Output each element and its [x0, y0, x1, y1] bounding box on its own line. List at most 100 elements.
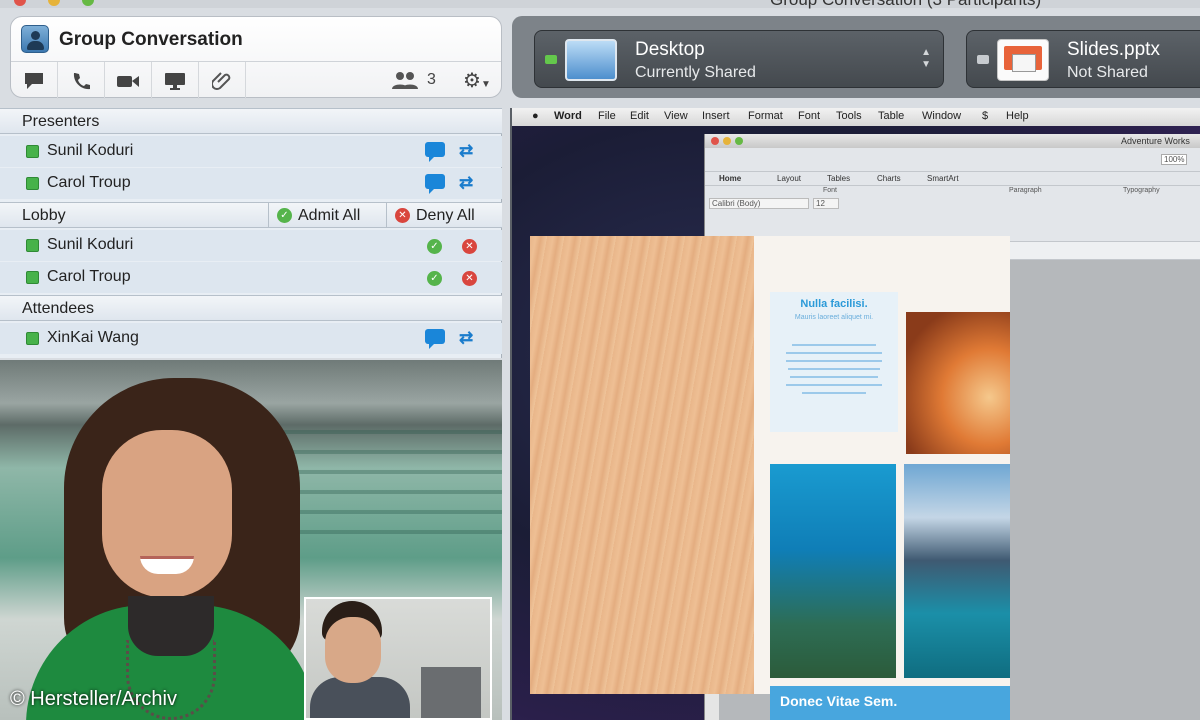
section-label: Attendees — [22, 300, 95, 317]
deny-all-label: Deny All — [416, 206, 475, 224]
tab-tables[interactable]: Tables — [827, 174, 850, 183]
canyon-photo — [906, 312, 1010, 454]
minimize-icon[interactable] — [723, 137, 731, 145]
swap-role-icon[interactable]: ⇄ — [459, 328, 473, 348]
deny-icon[interactable]: ✕ — [462, 239, 477, 254]
lobby-header: Lobby ✓ Admit All ✕ Deny All — [0, 202, 502, 228]
chat-icon — [25, 72, 43, 89]
group-paragraph-label: Paragraph — [1009, 187, 1042, 194]
menu-tools: Tools — [836, 110, 862, 122]
menu-insert: Insert — [702, 110, 730, 122]
section-label: Lobby — [22, 207, 66, 224]
slides-file-icon — [997, 39, 1049, 81]
online-status-icon — [26, 332, 39, 345]
shared-indicator — [545, 55, 557, 64]
conversation-toolbar: 3 ⚙▼ — [11, 61, 501, 99]
admit-all-button[interactable]: ✓ Admit All — [268, 203, 386, 228]
deny-all-button[interactable]: ✕ Deny All — [386, 203, 502, 228]
people-icon — [392, 72, 418, 89]
chat-bubble-icon[interactable] — [425, 329, 445, 349]
font-name-select[interactable]: Calibri (Body) — [709, 198, 809, 209]
video-button[interactable] — [105, 62, 152, 99]
participant-count: 3 — [427, 71, 436, 88]
image-credit: © Hersteller/Archiv — [10, 688, 177, 710]
shared-menubar: ● Word File Edit View Insert Format Font… — [512, 108, 1200, 126]
lobby-row[interactable]: Carol Troup ✓ ✕ — [0, 262, 502, 293]
deny-icon[interactable]: ✕ — [462, 271, 477, 286]
admit-icon[interactable]: ✓ — [427, 239, 442, 254]
online-status-icon — [26, 145, 39, 158]
phone-icon — [73, 72, 90, 89]
shared-desktop-view[interactable]: ● Word File Edit View Insert Format Font… — [510, 108, 1200, 720]
tab-smartart[interactable]: SmartArt — [927, 174, 959, 183]
chat-bubble-icon[interactable] — [425, 142, 445, 162]
conversation-header: Group Conversation 3 ⚙▼ — [10, 16, 502, 99]
video-icon — [117, 75, 139, 87]
menu-help: Help — [1006, 110, 1029, 122]
attendee-row[interactable]: XinKai Wang ⇄ — [0, 323, 502, 354]
desktop-icon — [565, 39, 617, 81]
presenter-row[interactable]: Sunil Koduri ⇄ — [0, 136, 502, 167]
share-card-slides[interactable]: Slides.pptx Not Shared — [966, 30, 1200, 88]
settings-menu-button[interactable]: ⚙▼ — [463, 68, 491, 93]
window-title-bar: Group Conversation (3 Participants) — [0, 0, 1200, 9]
zoom-window-icon[interactable] — [82, 0, 94, 6]
admit-icon[interactable]: ✓ — [427, 271, 442, 286]
share-name: Slides.pptx — [1067, 39, 1160, 60]
share-state: Not Shared — [1067, 64, 1148, 81]
admit-all-label: Admit All — [298, 206, 361, 224]
document-wood-panel — [530, 236, 754, 694]
group-font-label: Font — [823, 187, 838, 194]
document-text-card — [770, 292, 898, 432]
zoom-icon[interactable] — [735, 137, 743, 145]
card-heading: Nulla facilisi. — [800, 298, 868, 310]
participant-list: Presenters Sunil Koduri ⇄ Carol Troup ⇄ … — [0, 108, 502, 358]
banner-heading: Donec Vitae Sem. — [780, 693, 898, 709]
attendees-header: Attendees — [0, 295, 502, 321]
share-name: Desktop — [635, 39, 705, 60]
tab-layout[interactable]: Layout — [777, 174, 801, 183]
online-status-icon — [26, 177, 39, 190]
attach-button[interactable] — [199, 62, 246, 99]
present-button[interactable] — [152, 62, 199, 99]
tab-home[interactable]: Home — [719, 174, 741, 183]
online-status-icon — [26, 271, 39, 284]
menu-font: Font — [798, 110, 821, 122]
menu-window: Window — [922, 110, 962, 122]
word-standard-toolbar: 100% — [705, 148, 1200, 172]
apple-icon: ● — [532, 110, 539, 122]
participant-name: Carol Troup — [47, 174, 131, 191]
not-shared-indicator — [977, 55, 989, 64]
close-window-icon[interactable] — [14, 0, 26, 6]
swap-role-icon[interactable]: ⇄ — [459, 141, 473, 161]
conversation-title: Group Conversation — [59, 29, 243, 50]
close-icon[interactable] — [711, 137, 719, 145]
share-card-desktop[interactable]: Desktop Currently Shared ▲ ▼ — [534, 30, 944, 88]
menu-edit: Edit — [630, 110, 649, 122]
font-size-select[interactable]: 12 — [813, 198, 839, 209]
zoom-field[interactable]: 100% — [1161, 154, 1188, 165]
section-label: Presenters — [22, 113, 100, 130]
call-button[interactable] — [58, 62, 105, 99]
word-title-bar: Adventure Works — [705, 134, 1200, 148]
menu-view: View — [664, 110, 688, 122]
tab-charts[interactable]: Charts — [877, 174, 901, 183]
lobby-row[interactable]: Sunil Koduri ✓ ✕ — [0, 230, 502, 261]
minimize-window-icon[interactable] — [48, 0, 60, 6]
participant-name: Sunil Koduri — [47, 236, 134, 253]
stepper-icon[interactable]: ▲ ▼ — [921, 47, 931, 71]
participants-button[interactable]: 3 — [391, 70, 436, 90]
script-menu-icon: $ — [982, 110, 989, 122]
chat-button[interactable] — [11, 62, 58, 99]
doc-title: Adventure Works — [1121, 136, 1190, 146]
self-view-video[interactable] — [304, 597, 492, 720]
check-icon: ✓ — [277, 208, 292, 223]
presenter-row[interactable]: Carol Troup ⇄ — [0, 168, 502, 199]
menu-format: Format — [748, 110, 783, 122]
chat-bubble-icon[interactable] — [425, 174, 445, 194]
online-status-icon — [26, 239, 39, 252]
deny-icon: ✕ — [395, 208, 410, 223]
card-subheading: Mauris laoreet aliquet mi. — [794, 314, 874, 321]
swap-role-icon[interactable]: ⇄ — [459, 173, 473, 193]
participant-name: Sunil Koduri — [47, 142, 134, 159]
